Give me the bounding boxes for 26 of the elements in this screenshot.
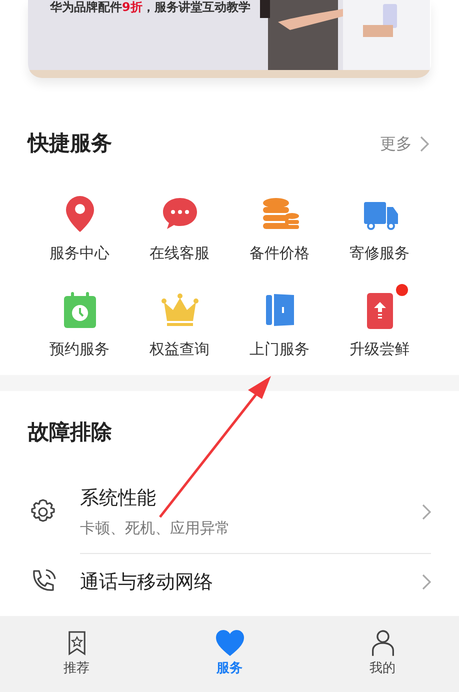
item-title: 通话与移动网络 (80, 570, 214, 595)
chevron-right-icon (420, 136, 429, 152)
service-item[interactable]: 备件价格 (230, 186, 330, 264)
chevron-right-icon (422, 504, 431, 520)
chevron-right-icon (422, 574, 431, 590)
service-item[interactable]: 在线客服 (130, 186, 230, 264)
troubleshoot-item[interactable]: 系统性能 卡顿、死机、应用异常 (0, 470, 459, 554)
person-icon (370, 629, 394, 658)
service-item[interactable]: 服务中心 (30, 186, 130, 264)
service-item[interactable]: 升级尝鲜 (330, 282, 430, 360)
bookmark-star-icon (66, 629, 88, 658)
troubleshoot-item[interactable]: 通话与移动网络 (0, 554, 459, 610)
more-link[interactable]: 更多 (380, 132, 429, 156)
tab[interactable]: 服务 (153, 616, 306, 692)
tab[interactable]: 我的 (306, 616, 459, 692)
service-item[interactable]: 上门服务 (230, 282, 330, 360)
heart-icon (214, 629, 244, 658)
service-item[interactable]: 预约服务 (30, 282, 130, 360)
service-item[interactable]: 权益查询 (130, 282, 230, 360)
item-subtitle: 卡顿、死机、应用异常 (80, 518, 231, 538)
section-title: 故障排除 (28, 418, 112, 446)
service-item[interactable]: 寄修服务 (330, 186, 430, 264)
tab[interactable]: 推荐 (0, 616, 153, 692)
section-title: 快捷服务 (28, 130, 112, 157)
banner-caption: 华为品牌配件9折，服务讲堂互动教学 (50, 0, 250, 16)
item-title: 系统性能 (80, 486, 157, 511)
